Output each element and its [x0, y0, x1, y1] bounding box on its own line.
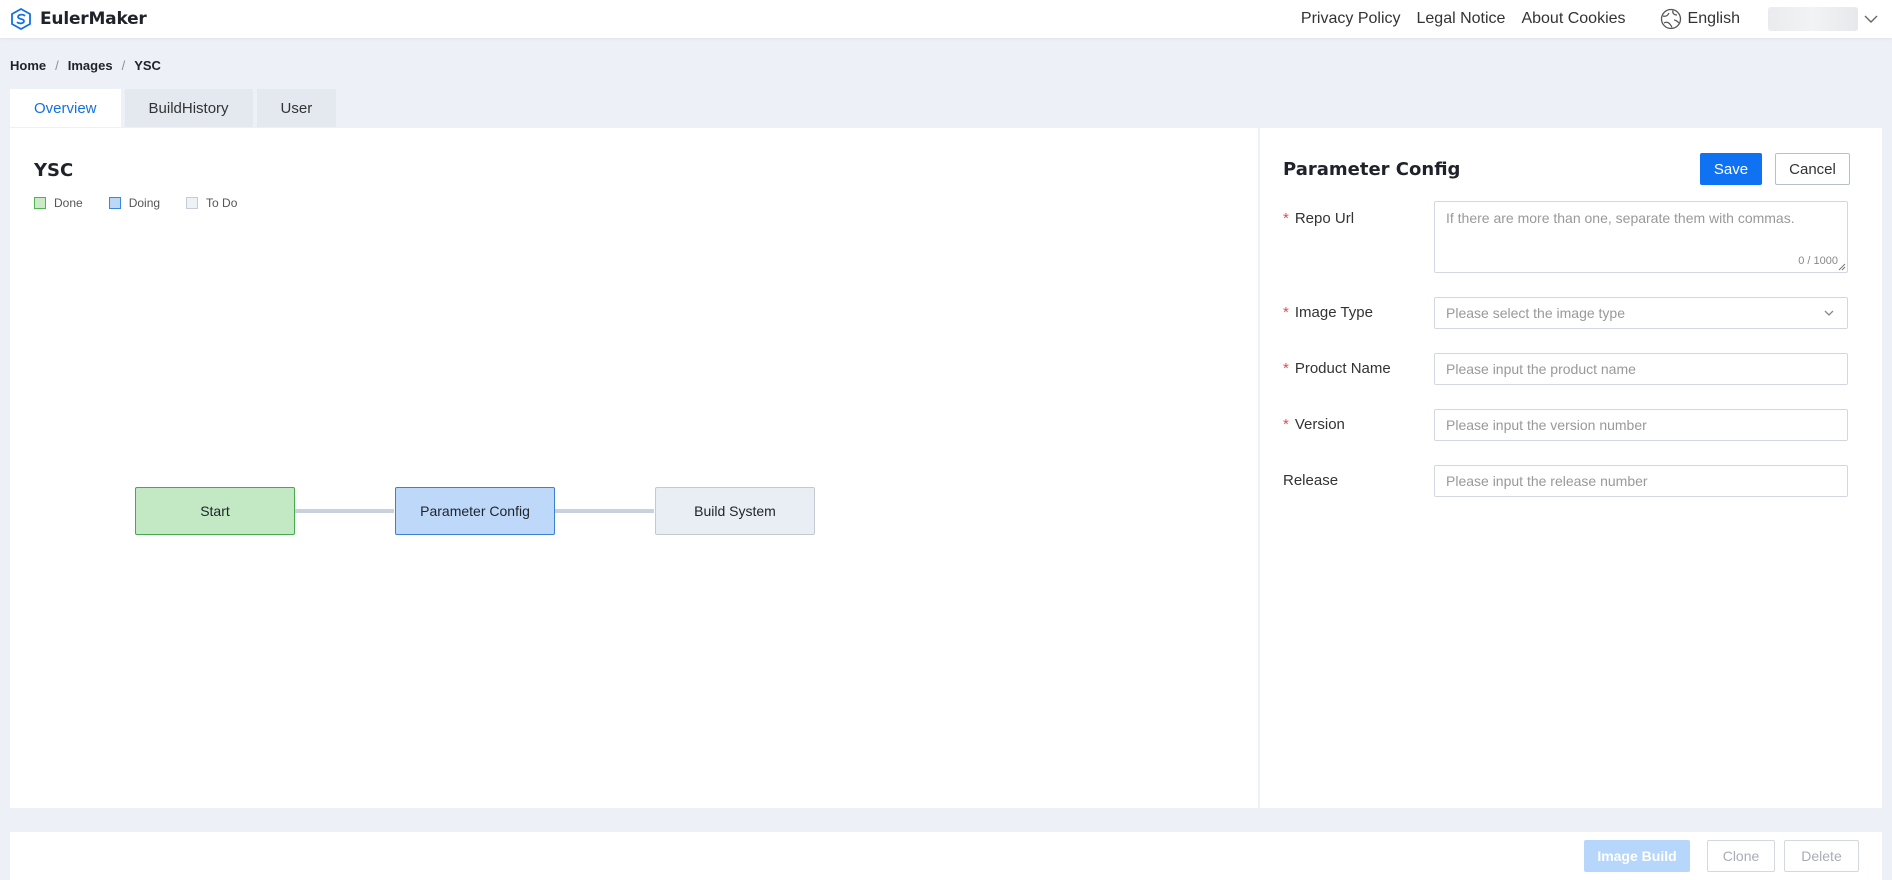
image-title: YSC: [34, 160, 74, 181]
image-build-button[interactable]: Image Build: [1584, 840, 1690, 872]
resize-handle-icon[interactable]: [1838, 263, 1846, 271]
brand-logo[interactable]: EulerMaker: [10, 8, 147, 30]
user-avatar-name[interactable]: [1768, 7, 1858, 31]
repo-url-label: * Repo Url: [1283, 210, 1355, 227]
breadcrumb: Home / Images / YSC: [10, 58, 161, 73]
chevron-down-icon[interactable]: [1864, 15, 1878, 24]
tab-buildhistory[interactable]: BuildHistory: [124, 89, 253, 127]
done-swatch: [34, 197, 46, 209]
eulermaker-logo-icon: [11, 8, 31, 30]
tab-bar: Overview BuildHistory User: [10, 89, 340, 127]
top-header: EulerMaker Privacy Policy Legal Notice A…: [0, 0, 1892, 38]
version-input[interactable]: Please input the version number: [1434, 409, 1848, 441]
version-label: * Version: [1283, 416, 1345, 433]
save-button[interactable]: Save: [1700, 153, 1762, 185]
image-type-label: * Image Type: [1283, 304, 1373, 321]
cancel-button[interactable]: Cancel: [1775, 153, 1850, 185]
release-input[interactable]: Please input the release number: [1434, 465, 1848, 497]
image-type-placeholder: Please select the image type: [1446, 305, 1625, 321]
brand-name: EulerMaker: [40, 9, 147, 29]
legend-done-label: Done: [54, 196, 83, 210]
action-bar: Image Build Clone Delete: [10, 832, 1882, 880]
language-label: English: [1687, 10, 1740, 27]
flow-node-parameter-config[interactable]: Parameter Config: [395, 487, 555, 535]
about-cookies-link[interactable]: About Cookies: [1521, 10, 1625, 28]
tab-user[interactable]: User: [256, 89, 337, 127]
legend-todo-label: To Do: [206, 196, 238, 210]
parameter-config-panel: Parameter Config Save Cancel * Repo Url I…: [1260, 128, 1882, 808]
release-label: Release: [1283, 472, 1339, 489]
globe-icon: [1660, 8, 1681, 30]
product-name-input[interactable]: Please input the product name: [1434, 353, 1848, 385]
breadcrumb-images[interactable]: Images: [68, 58, 113, 73]
repo-url-counter: 0 / 1000: [1798, 255, 1838, 267]
doing-swatch: [108, 197, 121, 209]
chevron-down-icon: [1824, 310, 1834, 316]
image-type-select[interactable]: Please select the image type: [1434, 297, 1848, 329]
flow-node-build-system[interactable]: Build System: [655, 487, 815, 535]
legend-doing: Doing: [108, 196, 161, 210]
flow-node-start[interactable]: Start: [135, 487, 295, 535]
flow-panel: YSC Done Doing To Do Start Parameter Con…: [10, 128, 1258, 808]
flow-connector-2: [554, 509, 654, 513]
breadcrumb-home[interactable]: Home: [10, 58, 46, 73]
status-legend: Done Doing To Do: [34, 196, 263, 210]
legal-notice-link[interactable]: Legal Notice: [1417, 10, 1506, 28]
legend-done: Done: [34, 196, 83, 210]
privacy-policy-link[interactable]: Privacy Policy: [1301, 10, 1401, 28]
product-name-label: * Product Name: [1283, 360, 1391, 377]
clone-button[interactable]: Clone: [1707, 840, 1775, 872]
breadcrumb-current: YSC: [134, 58, 161, 73]
legend-todo: To Do: [186, 196, 237, 210]
repo-url-placeholder: If there are more than one, separate the…: [1446, 210, 1795, 226]
todo-swatch: [186, 197, 199, 209]
legend-doing-label: Doing: [128, 196, 161, 210]
config-title: Parameter Config: [1283, 159, 1461, 180]
tab-overview[interactable]: Overview: [10, 89, 121, 127]
delete-button[interactable]: Delete: [1784, 840, 1859, 872]
language-switcher[interactable]: English: [1660, 8, 1740, 30]
flow-connector-1: [294, 509, 394, 513]
repo-url-textarea[interactable]: If there are more than one, separate the…: [1434, 201, 1848, 273]
